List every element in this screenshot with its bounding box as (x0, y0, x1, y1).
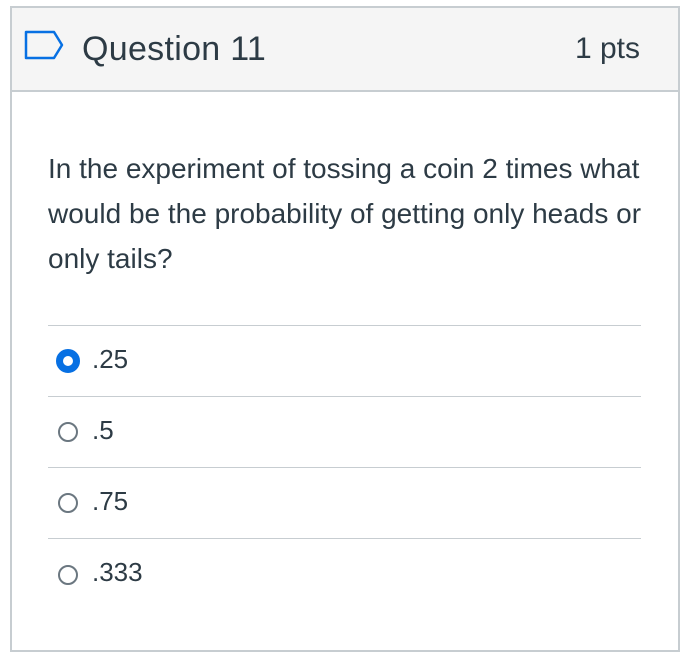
question-header: Question 11 1 pts (12, 8, 678, 92)
question-body: In the experiment of tossing a coin 2 ti… (12, 92, 678, 610)
answer-option-3[interactable]: .75 (48, 468, 641, 539)
radio-unselected-icon[interactable] (58, 564, 78, 585)
answer-label: .25 (92, 343, 129, 374)
flag-outline-icon[interactable] (24, 30, 66, 60)
radio-unselected-icon[interactable] (58, 422, 78, 442)
question-title: Question 11 (82, 29, 267, 68)
answer-label: .75 (92, 485, 129, 516)
answer-label: .333 (92, 557, 143, 587)
question-card: Question 11 1 pts In the experiment of t… (10, 6, 680, 652)
radio-unselected-icon[interactable] (58, 493, 78, 513)
question-text: In the experiment of tossing a coin 2 ti… (48, 153, 642, 274)
question-header-left: Question 11 (24, 30, 266, 69)
answer-list: .25 .5 .75 .333 (48, 325, 641, 610)
answer-label: .5 (92, 414, 114, 445)
answer-option-2[interactable]: .5 (48, 397, 641, 468)
radio-selected-icon[interactable] (56, 349, 80, 373)
question-points: 1 pts (574, 32, 640, 65)
answer-option-1[interactable]: .25 (48, 326, 641, 397)
answer-option-4[interactable]: .333 (48, 539, 641, 610)
